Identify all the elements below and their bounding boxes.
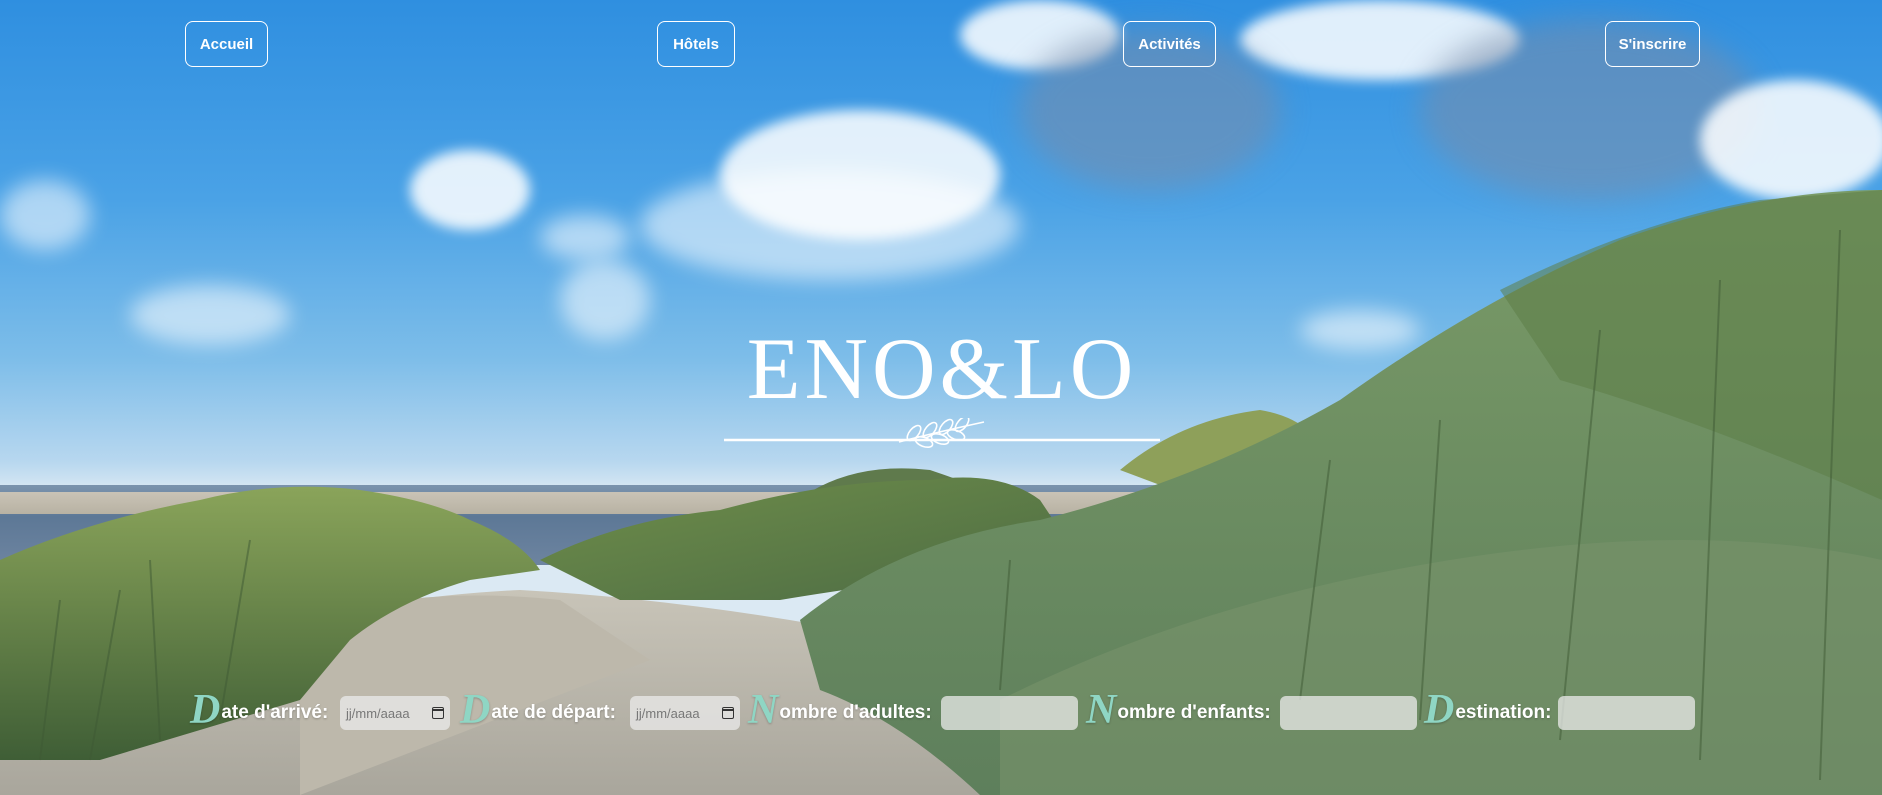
departure-date-label: Date de départ: [460,687,616,733]
destination-label-text: estination: [1455,702,1552,723]
logo-divider [724,418,1160,449]
arrival-date-label: Date d'arrivé: [190,687,329,733]
nav-activities-button[interactable]: Activités [1123,21,1216,67]
nav-home-button[interactable]: Accueil [185,21,268,67]
brand-logo-title: ENO&LO [746,321,1138,418]
laurel-icon [898,418,985,449]
destination-input[interactable] [1558,696,1695,730]
destination-label: Destination: [1424,687,1552,733]
arrival-date-input[interactable]: jj/mm/aaaa [340,696,450,730]
departure-date-placeholder: jj/mm/aaaa [636,705,700,721]
departure-date-input[interactable]: jj/mm/aaaa [630,696,740,730]
children-label-initial: N [1086,687,1117,733]
calendar-icon[interactable] [432,707,444,719]
adults-label-text: ombre d'adultes: [779,702,932,723]
arrival-label-text: ate d'arrivé: [221,702,329,723]
adults-label-initial: N [748,687,779,733]
departure-label-text: ate de départ: [491,702,616,723]
departure-label-initial: D [460,687,491,733]
children-count-input[interactable] [1280,696,1417,730]
nav-hotels-button[interactable]: Hôtels [657,21,735,67]
children-count-label: Nombre d'enfants: [1086,687,1271,733]
calendar-icon[interactable] [722,707,734,719]
destination-label-initial: D [1424,687,1455,733]
adults-count-label: Nombre d'adultes: [748,687,932,733]
adults-count-input[interactable] [941,696,1078,730]
nav-signup-button[interactable]: S'inscrire [1605,21,1700,67]
booking-form: Date d'arrivé: jj/mm/aaaa Date de départ… [0,680,1882,740]
children-label-text: ombre d'enfants: [1117,702,1271,723]
arrival-label-initial: D [190,687,221,733]
arrival-date-placeholder: jj/mm/aaaa [346,705,410,721]
